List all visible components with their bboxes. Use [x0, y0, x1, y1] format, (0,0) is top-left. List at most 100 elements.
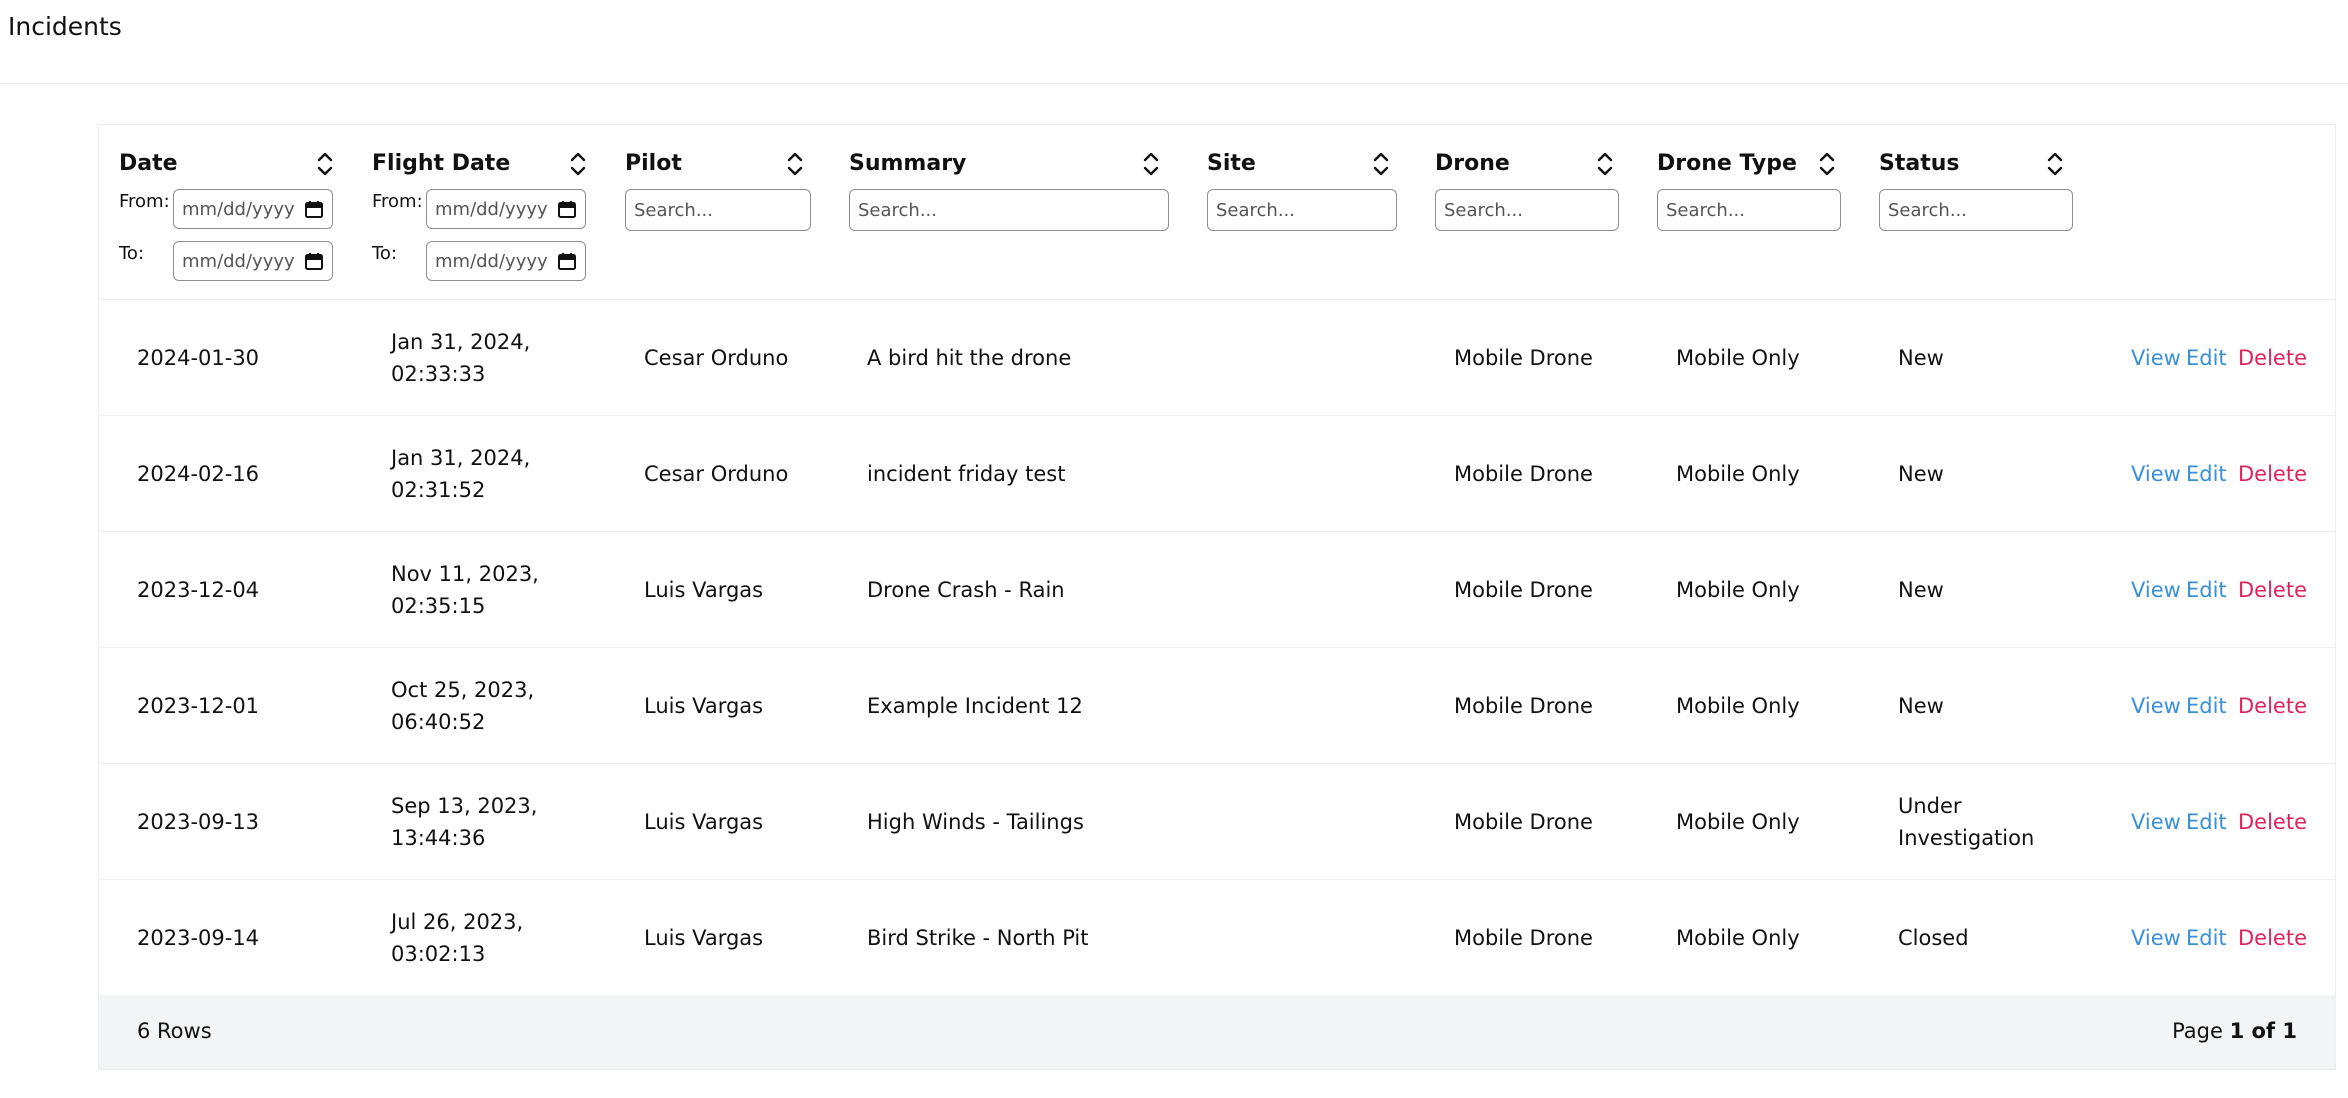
- flight-date-from-input[interactable]: mm/dd/yyyy: [426, 189, 586, 229]
- sort-icon[interactable]: [1371, 149, 1391, 179]
- cell-pilot: Cesar Orduno: [644, 462, 789, 486]
- table-row: 2024-01-30 Jan 31, 2024, 02:33:33 Cesar …: [99, 300, 2335, 416]
- view-link[interactable]: View: [2131, 926, 2181, 950]
- cell-date: 2023-12-01: [137, 694, 260, 718]
- view-link[interactable]: View: [2131, 462, 2181, 486]
- column-title-site: Site: [1207, 151, 1256, 176]
- view-link[interactable]: View: [2131, 346, 2181, 370]
- calendar-icon[interactable]: [304, 199, 324, 219]
- cell-drone-type: Mobile Only: [1676, 346, 1800, 370]
- sort-icon[interactable]: [568, 149, 588, 179]
- pagination-info: Page 1 of 1: [2172, 1019, 2297, 1043]
- cell-date: 2023-09-14: [137, 926, 260, 950]
- sort-icon[interactable]: [1595, 149, 1615, 179]
- table-row: 2023-09-14 Jul 26, 2023, 03:02:13 Luis V…: [99, 880, 2335, 996]
- cell-drone: Mobile Drone: [1454, 578, 1593, 602]
- pilot-search-input[interactable]: [625, 189, 811, 231]
- sort-icon[interactable]: [315, 149, 335, 179]
- drone-type-search-input[interactable]: [1657, 189, 1841, 231]
- cell-drone-type: Mobile Only: [1676, 578, 1800, 602]
- cell-date: 2024-02-16: [137, 462, 260, 486]
- cell-summary: Drone Crash - Rain: [867, 578, 1065, 602]
- cell-summary: Bird Strike - North Pit: [867, 926, 1089, 950]
- edit-link[interactable]: Edit: [2186, 810, 2227, 834]
- date-placeholder: mm/dd/yyyy: [182, 199, 295, 220]
- incidents-table: Date From: mm/dd/yyyy To: mm/dd/yyyy Fli…: [98, 124, 2336, 1070]
- delete-link[interactable]: Delete: [2238, 810, 2307, 834]
- column-title-status: Status: [1879, 151, 1960, 176]
- column-title-drone-type: Drone Type: [1657, 151, 1797, 176]
- column-header-status[interactable]: Status: [1879, 149, 2073, 185]
- page-current: 1 of 1: [2229, 1019, 2297, 1043]
- edit-link[interactable]: Edit: [2186, 694, 2227, 718]
- delete-link[interactable]: Delete: [2238, 926, 2307, 950]
- cell-flight-date: Jan 31, 2024, 02:31:52: [391, 446, 531, 502]
- view-link[interactable]: View: [2131, 578, 2181, 602]
- column-title-date: Date: [119, 151, 178, 176]
- view-link[interactable]: View: [2131, 810, 2181, 834]
- cell-date: 2023-09-13: [137, 810, 260, 834]
- page-prefix: Page: [2172, 1019, 2230, 1043]
- column-header-drone[interactable]: Drone: [1435, 149, 1619, 185]
- cell-pilot: Luis Vargas: [644, 578, 764, 602]
- edit-link[interactable]: Edit: [2186, 578, 2227, 602]
- date-to-input[interactable]: mm/dd/yyyy: [173, 241, 333, 281]
- cell-drone: Mobile Drone: [1454, 346, 1593, 370]
- date-from-input[interactable]: mm/dd/yyyy: [173, 189, 333, 229]
- table-row: 2023-12-04 Nov 11, 2023, 02:35:15 Luis V…: [99, 532, 2335, 648]
- view-link[interactable]: View: [2131, 694, 2181, 718]
- cell-summary: A bird hit the drone: [867, 346, 1072, 370]
- cell-drone: Mobile Drone: [1454, 926, 1593, 950]
- column-header-flight-date[interactable]: Flight Date: [372, 149, 586, 185]
- column-header-pilot[interactable]: Pilot: [625, 149, 811, 185]
- column-title-summary: Summary: [849, 151, 967, 176]
- cell-drone-type: Mobile Only: [1676, 462, 1800, 486]
- edit-link[interactable]: Edit: [2186, 926, 2227, 950]
- sort-icon[interactable]: [2045, 149, 2065, 179]
- cell-pilot: Luis Vargas: [644, 926, 764, 950]
- delete-link[interactable]: Delete: [2238, 694, 2307, 718]
- cell-drone-type: Mobile Only: [1676, 810, 1800, 834]
- cell-date: 2024-01-30: [137, 346, 260, 370]
- cell-flight-date: Jan 31, 2024, 02:33:33: [391, 330, 531, 386]
- calendar-icon[interactable]: [304, 251, 324, 271]
- cell-status: Closed: [1898, 926, 1969, 950]
- cell-drone-type: Mobile Only: [1676, 926, 1800, 950]
- column-header-summary[interactable]: Summary: [849, 149, 1169, 185]
- flight-date-from-label: From:: [372, 191, 423, 212]
- drone-search-input[interactable]: [1435, 189, 1619, 231]
- sort-icon[interactable]: [1141, 149, 1161, 179]
- table-footer: 6 Rows Page 1 of 1: [99, 995, 2335, 1069]
- cell-flight-date: Jul 26, 2023, 03:02:13: [391, 910, 524, 966]
- delete-link[interactable]: Delete: [2238, 346, 2307, 370]
- column-header-site[interactable]: Site: [1207, 149, 1397, 185]
- sort-icon[interactable]: [785, 149, 805, 179]
- cell-status: New: [1898, 694, 1944, 718]
- cell-date: 2023-12-04: [137, 578, 260, 602]
- date-from-label: From:: [119, 191, 170, 212]
- cell-drone: Mobile Drone: [1454, 462, 1593, 486]
- calendar-icon[interactable]: [557, 199, 577, 219]
- cell-status: New: [1898, 346, 1944, 370]
- cell-summary: incident friday test: [867, 462, 1066, 486]
- edit-link[interactable]: Edit: [2186, 462, 2227, 486]
- cell-status: Under Investigation: [1898, 794, 2035, 850]
- flight-date-to-input[interactable]: mm/dd/yyyy: [426, 241, 586, 281]
- calendar-icon[interactable]: [557, 251, 577, 271]
- sort-icon[interactable]: [1817, 149, 1837, 179]
- column-header-date[interactable]: Date: [119, 149, 333, 185]
- delete-link[interactable]: Delete: [2238, 462, 2307, 486]
- cell-status: New: [1898, 578, 1944, 602]
- table-row: 2023-09-13 Sep 13, 2023, 13:44:36 Luis V…: [99, 764, 2335, 880]
- summary-search-input[interactable]: [849, 189, 1169, 231]
- delete-link[interactable]: Delete: [2238, 578, 2307, 602]
- cell-pilot: Cesar Orduno: [644, 346, 789, 370]
- column-header-drone-type[interactable]: Drone Type: [1657, 149, 1841, 185]
- site-search-input[interactable]: [1207, 189, 1397, 231]
- cell-flight-date: Sep 13, 2023, 13:44:36: [391, 794, 538, 850]
- cell-flight-date: Nov 11, 2023, 02:35:15: [391, 562, 539, 618]
- status-search-input[interactable]: [1879, 189, 2073, 231]
- cell-flight-date: Oct 25, 2023, 06:40:52: [391, 678, 535, 734]
- cell-drone: Mobile Drone: [1454, 810, 1593, 834]
- edit-link[interactable]: Edit: [2186, 346, 2227, 370]
